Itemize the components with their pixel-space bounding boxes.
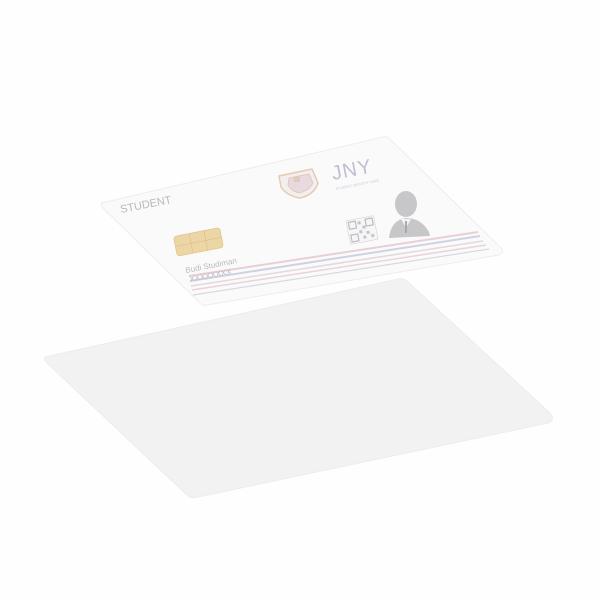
- blank-card-back: [43, 278, 553, 499]
- scene-canvas: STUDENT JNY STUDENT IDENTITY CARD Budi S…: [43, 136, 553, 499]
- id-card: STUDENT JNY STUDENT IDENTITY CARD Budi S…: [100, 136, 504, 306]
- qr-code-icon: [345, 215, 379, 245]
- id-card-mockup-scene: STUDENT JNY STUDENT IDENTITY CARD Budi S…: [0, 0, 600, 600]
